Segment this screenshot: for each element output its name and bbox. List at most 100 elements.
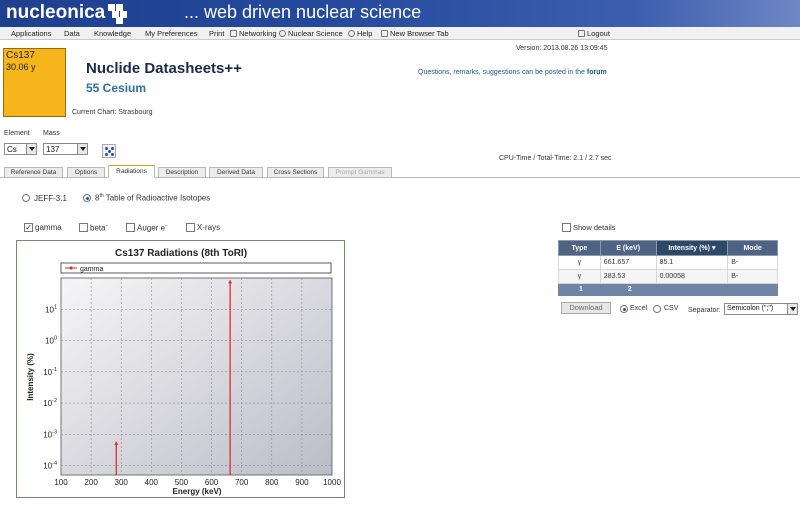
cell-mode: B- bbox=[727, 255, 778, 270]
tab-derived-data[interactable]: Derived Data bbox=[209, 167, 263, 178]
questions-text: Questions, remarks, suggestions can be p… bbox=[418, 69, 607, 76]
x-tick-label: 300 bbox=[115, 478, 129, 487]
menu-help[interactable]: Help bbox=[348, 29, 372, 38]
chevron-down-icon bbox=[77, 144, 87, 154]
auger-sup: − bbox=[165, 223, 168, 229]
mass-select[interactable]: 137 bbox=[43, 143, 88, 155]
gamma-checkbox[interactable]: ✓ bbox=[24, 223, 33, 232]
chevron-down-icon bbox=[787, 304, 797, 314]
radiation-chart: Cs137 Radiations (8th ToRI) gamma 100 200… bbox=[16, 240, 345, 498]
menu-networking-label: Networking bbox=[239, 29, 277, 38]
excel-radio[interactable] bbox=[620, 305, 628, 313]
x-tick-label: 600 bbox=[205, 478, 219, 487]
cell-intensity: 0.00058 bbox=[655, 269, 729, 284]
chevron-down-icon bbox=[26, 144, 36, 154]
questions-label: Questions, remarks, suggestions can be p… bbox=[418, 69, 585, 76]
show-details-checkbox[interactable] bbox=[562, 223, 571, 232]
y-axis-label: Intensity (%) bbox=[26, 353, 35, 401]
nuclide-symbol: Cs137 bbox=[6, 50, 35, 61]
download-button[interactable]: Download bbox=[561, 302, 611, 314]
tab-options[interactable]: Options bbox=[67, 167, 105, 178]
version-label: Version: 2013.08.26 13:09:45 bbox=[516, 45, 608, 52]
menu-nuclear-science[interactable]: Nuclear Science bbox=[279, 29, 343, 38]
y-tick-layer: 101 100 10-1 10-2 10-3 10-4 bbox=[43, 304, 57, 470]
page-root: nucleonica ... web driven nuclear scienc… bbox=[0, 0, 800, 506]
menu-new-browser-tab[interactable]: New Browser Tab bbox=[381, 29, 449, 38]
plot-area bbox=[60, 277, 333, 476]
table-pager-row: 1 2 bbox=[558, 283, 778, 296]
beta-text: beta bbox=[90, 223, 106, 233]
x-tick-label: 100 bbox=[54, 478, 68, 487]
x-tick-label: 700 bbox=[235, 478, 249, 487]
auger-checkbox[interactable] bbox=[126, 223, 135, 232]
y-tick-label: 10-3 bbox=[43, 429, 57, 439]
menu-logout[interactable]: Logout bbox=[578, 29, 610, 38]
menu-logout-label: Logout bbox=[587, 29, 610, 38]
cell-intensity: 85.1 bbox=[655, 255, 729, 270]
menu-help-label: Help bbox=[357, 29, 373, 38]
jeff-label: JEFF-3.1 bbox=[34, 194, 67, 203]
col-intensity-label: Intensity (%) bbox=[668, 245, 710, 252]
auger-text: Auger e bbox=[137, 223, 166, 233]
table-row[interactable]: γ 283.53 0.00058 B- bbox=[558, 269, 778, 284]
col-type-header[interactable]: Type bbox=[558, 240, 601, 256]
tab-radiations[interactable]: Radiations bbox=[108, 165, 155, 178]
excel-label: Excel bbox=[630, 305, 648, 312]
jeff-radio[interactable] bbox=[22, 194, 30, 202]
menu-my-preferences[interactable]: My Preferences bbox=[145, 29, 198, 38]
menu-print[interactable]: Print bbox=[209, 29, 224, 38]
col-intensity-header[interactable]: Intensity (%) ▾ bbox=[655, 240, 729, 256]
forum-link[interactable]: forum bbox=[587, 69, 607, 76]
x-tick-layer: 100 200 300 400 500 600 700 800 900 1000 bbox=[54, 478, 341, 487]
tab-description[interactable]: Description bbox=[158, 167, 206, 178]
menu-networking[interactable]: Networking bbox=[230, 29, 277, 38]
close-icon bbox=[578, 30, 585, 37]
beta-sup: − bbox=[105, 223, 109, 229]
y-tick-label: 10-1 bbox=[43, 367, 57, 377]
menu-bar: Applications Data Knowledge My Preferenc… bbox=[0, 27, 800, 40]
menu-nuclear-science-label: Nuclear Science bbox=[288, 29, 343, 38]
pager-empty bbox=[655, 283, 729, 296]
menu-new-browser-tab-label: New Browser Tab bbox=[390, 29, 449, 38]
x-tick-label: 1000 bbox=[323, 478, 341, 487]
element-name: 55 Cesium bbox=[86, 81, 147, 95]
pager-page-2[interactable]: 2 bbox=[599, 283, 657, 296]
menu-knowledge[interactable]: Knowledge bbox=[94, 29, 131, 38]
tab-prompt-gammas[interactable]: Prompt Gammas bbox=[328, 167, 392, 178]
separator-label: Separator: bbox=[688, 307, 721, 314]
logo[interactable]: nucleonica bbox=[6, 2, 105, 24]
x-tick-label: 500 bbox=[175, 478, 189, 487]
pager-page-1[interactable]: 1 bbox=[558, 283, 601, 296]
separator-select[interactable]: Semicolon (";") bbox=[724, 303, 798, 315]
tab-bar: Reference Data Options Radiations Descri… bbox=[0, 165, 800, 178]
gamma-label: gamma bbox=[35, 223, 62, 232]
y-tick-label: 100 bbox=[45, 336, 57, 346]
beta-checkbox[interactable] bbox=[79, 223, 88, 232]
tab-reference-data[interactable]: Reference Data bbox=[4, 167, 63, 178]
element-select-value: Cs bbox=[7, 145, 17, 154]
networking-icon bbox=[230, 30, 237, 37]
x-tick-label: 900 bbox=[295, 478, 309, 487]
menu-applications[interactable]: Applications bbox=[11, 29, 51, 38]
cell-mode: B- bbox=[727, 269, 778, 284]
xrays-label: X-rays bbox=[197, 223, 221, 232]
y-tick-label: 101 bbox=[45, 304, 57, 314]
cpu-time: CPU-Time / Total-Time: 2.1 / 2.7 sec bbox=[499, 155, 612, 162]
x-axis-label: Energy (keV) bbox=[173, 487, 222, 496]
mass-select-value: 137 bbox=[46, 145, 60, 154]
csv-radio[interactable] bbox=[653, 305, 661, 313]
cell-energy: 661.657 bbox=[599, 255, 657, 270]
menu-data[interactable]: Data bbox=[64, 29, 80, 38]
table-header-row: Type E (keV) Intensity (%) ▾ Mode bbox=[558, 240, 778, 256]
legend-gamma-label: gamma bbox=[80, 266, 103, 273]
molecule-icon[interactable] bbox=[102, 144, 116, 158]
tab-cross-sections[interactable]: Cross Sections bbox=[267, 167, 324, 178]
legend-gamma-dot bbox=[69, 266, 73, 270]
col-mode-header[interactable]: Mode bbox=[727, 240, 778, 256]
toi-radio[interactable] bbox=[83, 194, 91, 202]
nuclide-box[interactable]: Cs137 30.06 y bbox=[3, 48, 66, 117]
col-energy-header[interactable]: E (keV) bbox=[599, 240, 657, 256]
xrays-checkbox[interactable] bbox=[186, 223, 195, 232]
element-select[interactable]: Cs bbox=[4, 143, 37, 155]
table-row[interactable]: γ 661.657 85.1 B- bbox=[558, 255, 778, 270]
